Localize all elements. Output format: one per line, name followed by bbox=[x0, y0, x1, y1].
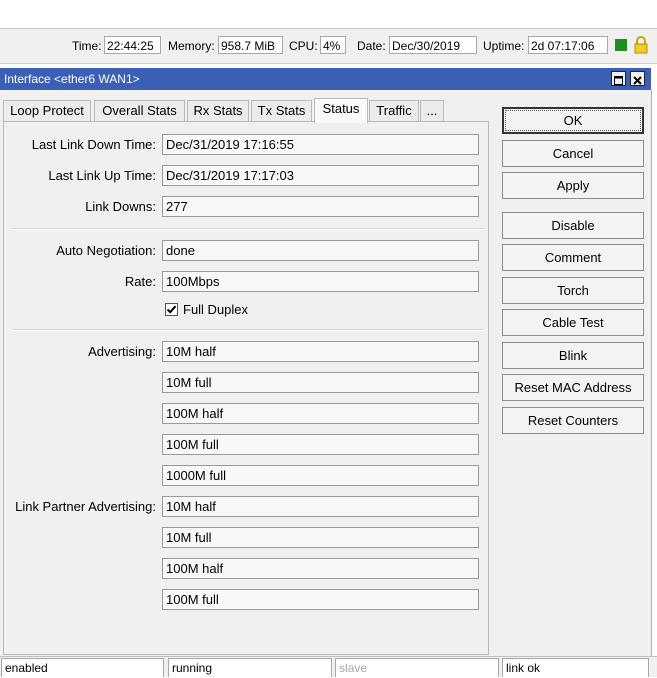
full-duplex-checkbox[interactable] bbox=[165, 303, 178, 316]
divider bbox=[13, 329, 483, 331]
advertising-item: 100M full bbox=[162, 434, 479, 455]
full-duplex-label: Full Duplex bbox=[183, 302, 249, 317]
comment-button[interactable]: Comment bbox=[502, 244, 644, 271]
advertising-label: Advertising: bbox=[88, 344, 156, 359]
status-running: running bbox=[168, 658, 332, 677]
status-link: link ok bbox=[502, 658, 649, 677]
apply-button[interactable]: Apply bbox=[502, 172, 644, 199]
advertising-item: 100M half bbox=[162, 403, 479, 424]
uptime-label: Uptime: bbox=[483, 39, 525, 53]
status-panel: Last Link Down Time: Dec/31/2019 17:16:5… bbox=[3, 121, 489, 655]
time-label: Time: bbox=[72, 39, 102, 53]
checkmark-icon bbox=[166, 305, 177, 314]
cpu-value: 4% bbox=[320, 36, 346, 54]
tab-overall-stats[interactable]: Overall Stats bbox=[94, 100, 185, 122]
reset-counters-button[interactable]: Reset Counters bbox=[502, 407, 644, 434]
tab-rx-stats[interactable]: Rx Stats bbox=[187, 100, 249, 122]
date-label: Date: bbox=[357, 39, 386, 53]
window-titlebar[interactable]: Interface <ether6 WAN1> bbox=[0, 68, 651, 90]
link-partner-advertising-label: Link Partner Advertising: bbox=[15, 499, 156, 514]
torch-button[interactable]: Torch bbox=[502, 277, 644, 304]
tab-status[interactable]: Status bbox=[314, 98, 368, 123]
uptime-value: 2d 07:17:06 bbox=[528, 36, 608, 54]
maximize-icon bbox=[614, 76, 623, 85]
cable-test-button[interactable]: Cable Test bbox=[502, 309, 644, 336]
memory-value: 958.7 MiB bbox=[218, 36, 283, 54]
status-indicator-icon bbox=[615, 39, 627, 51]
tab-traffic[interactable]: Traffic bbox=[369, 100, 419, 122]
close-button[interactable] bbox=[630, 71, 645, 86]
time-value: 22:44:25 bbox=[104, 36, 161, 54]
reset-mac-address-button[interactable]: Reset MAC Address bbox=[502, 374, 644, 401]
status-enabled: enabled bbox=[1, 658, 164, 677]
last-link-down-field: Dec/31/2019 17:16:55 bbox=[162, 134, 479, 155]
last-link-up-field: Dec/31/2019 17:17:03 bbox=[162, 165, 479, 186]
auto-negotiation-label: Auto Negotiation: bbox=[56, 243, 156, 258]
close-icon bbox=[633, 76, 642, 85]
rate-label: Rate: bbox=[124, 274, 156, 289]
status-slave: slave bbox=[335, 658, 499, 677]
ok-button-label: OK bbox=[505, 110, 641, 131]
lock-icon[interactable] bbox=[634, 36, 648, 54]
system-status-bar: Time: 22:44:25 Memory: 958.7 MiB CPU: 4%… bbox=[0, 28, 657, 64]
disable-button[interactable]: Disable bbox=[502, 212, 644, 239]
tab-tx-stats[interactable]: Tx Stats bbox=[251, 100, 312, 122]
blink-button[interactable]: Blink bbox=[502, 342, 644, 369]
window-statusbar: enabled running slave link ok bbox=[0, 656, 657, 677]
last-link-up-label: Last Link Up Time: bbox=[48, 168, 156, 183]
interface-window: Loop Protect Overall Stats Rx Stats Tx S… bbox=[0, 90, 652, 656]
partner-advertising-item: 100M half bbox=[162, 558, 479, 579]
divider bbox=[13, 228, 483, 230]
memory-label: Memory: bbox=[168, 39, 215, 53]
auto-negotiation-field: done bbox=[162, 240, 479, 261]
partner-advertising-item: 10M full bbox=[162, 527, 479, 548]
link-downs-field: 277 bbox=[162, 196, 479, 217]
advertising-item: 10M half bbox=[162, 341, 479, 362]
tab-more[interactable]: ... bbox=[420, 100, 444, 122]
tab-loop-protect[interactable]: Loop Protect bbox=[3, 100, 91, 122]
cancel-button[interactable]: Cancel bbox=[502, 140, 644, 167]
advertising-item: 1000M full bbox=[162, 465, 479, 486]
date-value: Dec/30/2019 bbox=[389, 36, 477, 54]
last-link-down-label: Last Link Down Time: bbox=[31, 137, 156, 152]
window-title: Interface <ether6 WAN1> bbox=[4, 72, 140, 86]
link-downs-label: Link Downs: bbox=[85, 199, 156, 214]
partner-advertising-item: 10M half bbox=[162, 496, 479, 517]
maximize-button[interactable] bbox=[611, 71, 626, 86]
partner-advertising-item: 100M full bbox=[162, 589, 479, 610]
ok-button[interactable]: OK bbox=[502, 107, 644, 134]
rate-field: 100Mbps bbox=[162, 271, 479, 292]
cpu-label: CPU: bbox=[289, 39, 318, 53]
advertising-item: 10M full bbox=[162, 372, 479, 393]
